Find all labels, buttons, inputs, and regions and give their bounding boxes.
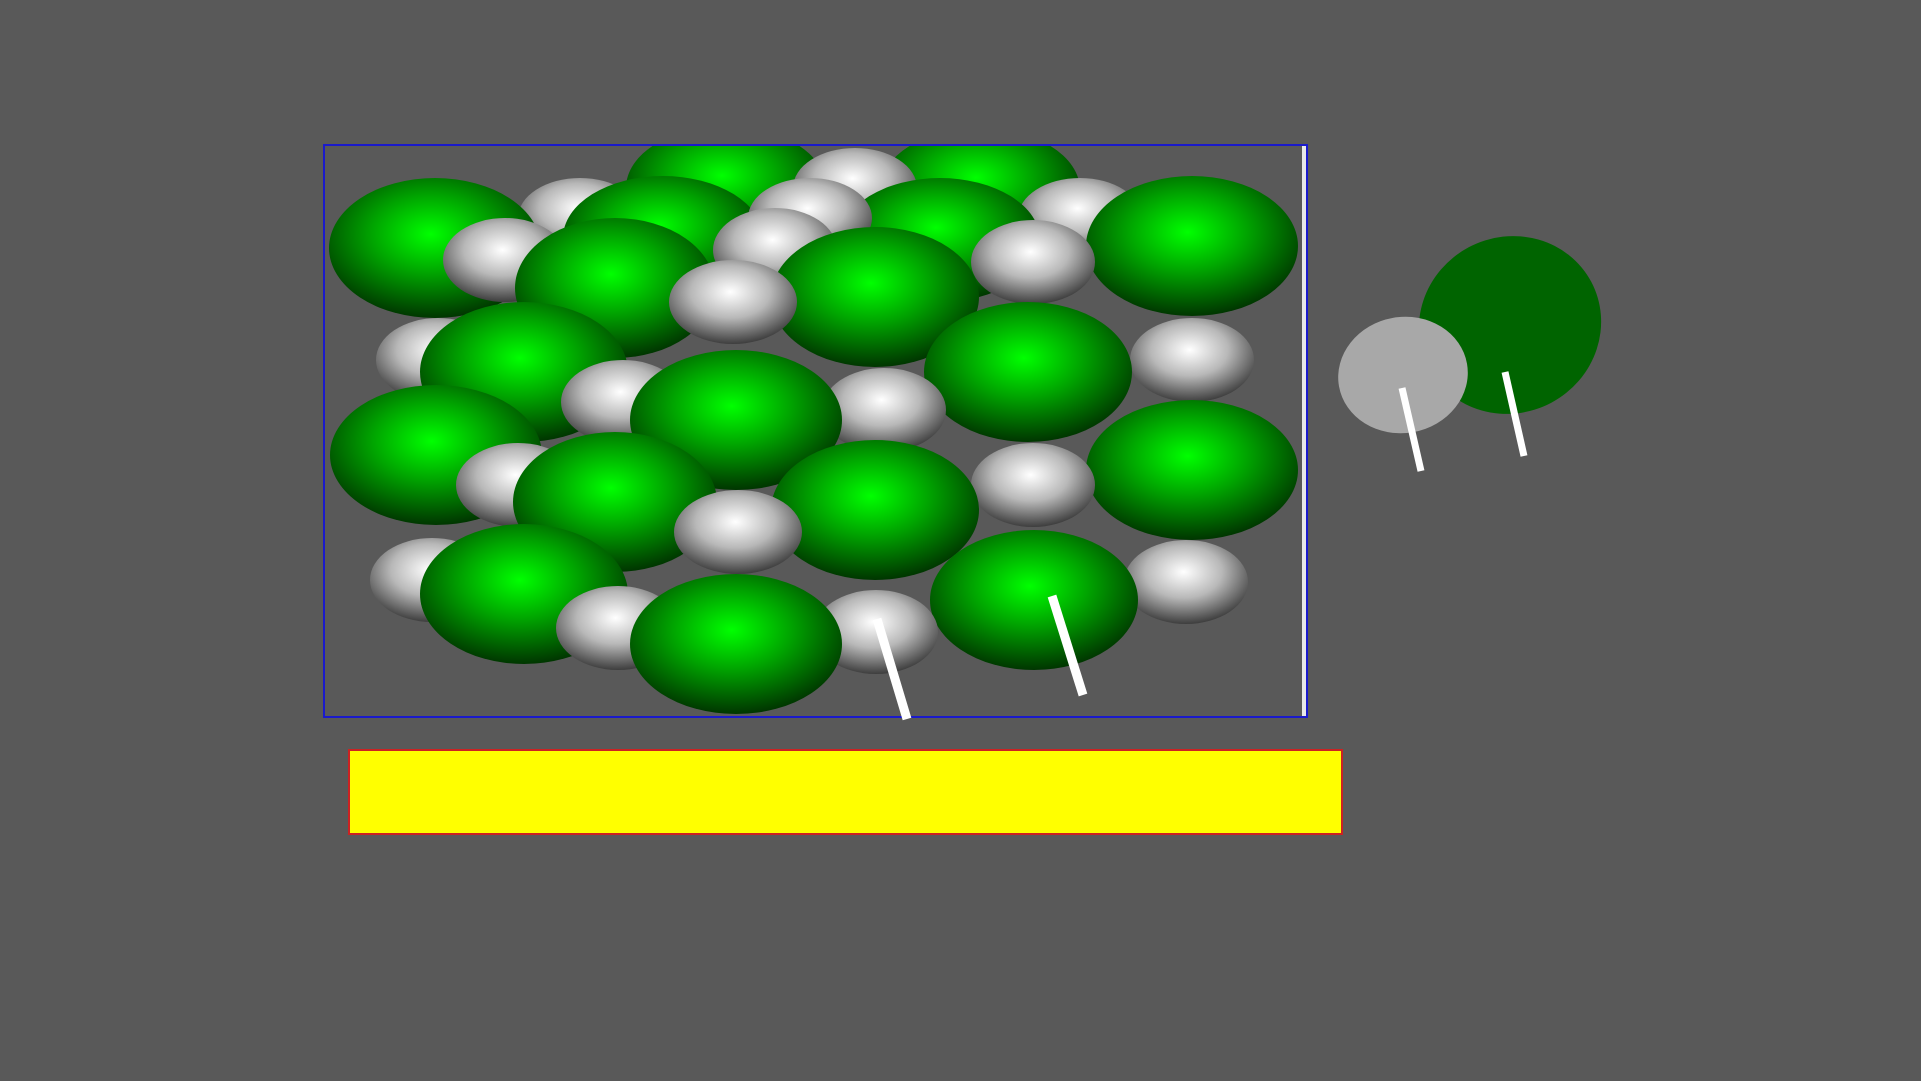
sodium-ion-sphere [674,490,802,574]
ion-lattice [329,146,1298,714]
sodium-ion-sphere [971,220,1095,304]
chloride-ion-sphere [771,440,979,580]
chloride-ion-sphere [930,530,1138,670]
chloride-ion-sphere [1086,176,1298,316]
diagram-stage [0,0,1921,1081]
chloride-ion-sphere [924,302,1132,442]
sodium-ion-sphere [1124,540,1248,624]
chloride-ion-sphere [1086,400,1298,540]
sodium-ion-sphere [1130,318,1254,402]
chloride-ion-sphere [630,574,842,714]
sodium-ion-sphere [669,260,797,344]
ion-legend [1338,236,1602,472]
lattice-diagram-svg [329,146,1602,721]
sodium-ion-sphere [971,443,1095,527]
